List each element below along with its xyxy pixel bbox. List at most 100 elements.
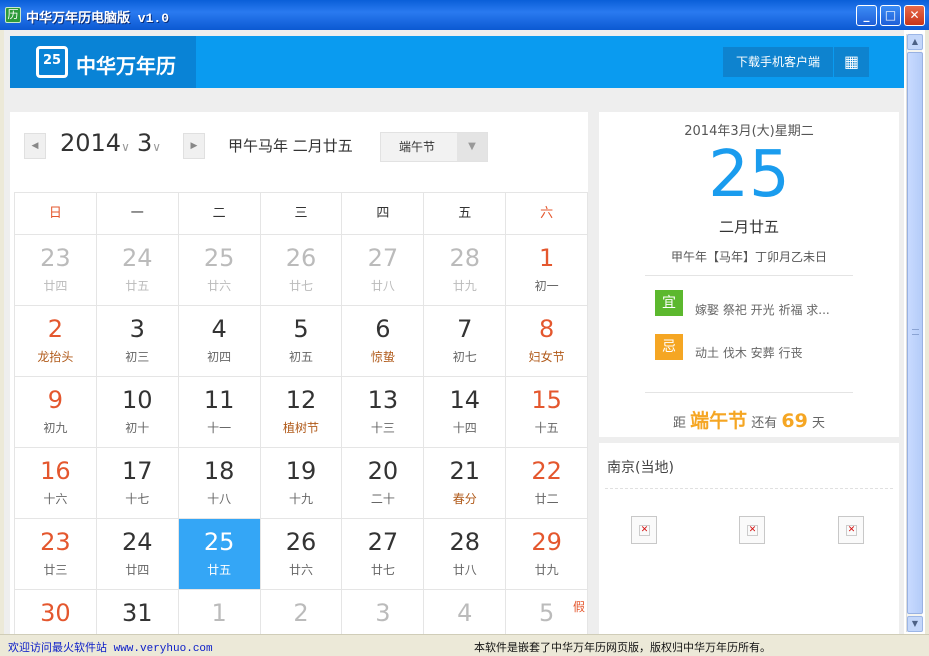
calendar-day[interactable]: 10 初十 — [96, 377, 179, 448]
title-bar[interactable]: 历 中华万年历电脑版 v1.0 _ □ ✕ — [0, 0, 929, 30]
day-number: 2 — [47, 315, 64, 343]
month-select[interactable]: 3∨ — [137, 129, 161, 157]
chevron-down-icon: ∨ — [152, 140, 162, 154]
lunar-day: 廿八 — [452, 563, 477, 577]
festival-select[interactable]: 端午节 ▼ — [380, 132, 488, 162]
calendar-day[interactable]: 28 廿八 — [424, 519, 507, 590]
minimize-button[interactable]: _ — [856, 5, 877, 26]
day-number: 4 — [211, 315, 227, 343]
calendar-day[interactable]: 28 廿九 — [424, 235, 507, 306]
calendar-day[interactable]: 11 十一 — [178, 377, 261, 448]
calendar-day[interactable]: 8 妇女节 — [506, 306, 589, 377]
close-button[interactable]: ✕ — [904, 5, 925, 26]
calendar-day[interactable]: 1 初一 — [506, 235, 589, 306]
calendar-day[interactable]: 26 廿七 — [260, 235, 343, 306]
calendar-day[interactable]: 16 十六 — [15, 448, 97, 519]
calendar-day[interactable]: 1 — [179, 590, 261, 634]
calendar-day[interactable]: 18 十八 — [178, 448, 261, 519]
lunar-day: 十五 — [534, 421, 559, 435]
chevron-down-icon: ∨ — [121, 140, 130, 154]
calendar-day[interactable]: 9 初九 — [15, 377, 97, 448]
ji-activities: 动土 伐木 安葬 行丧 — [695, 346, 803, 360]
year-value: 2014 — [60, 129, 122, 157]
lunar-day: 植树节 — [283, 421, 320, 435]
lunar-day: 初九 — [43, 421, 68, 435]
lunar-day: 廿五 — [125, 279, 150, 293]
calendar-day[interactable]: 4 初四 — [178, 306, 261, 377]
calendar-day[interactable]: 22 廿二 — [506, 448, 589, 519]
calendar-day[interactable]: 24 廿五 — [96, 235, 179, 306]
calendar-day[interactable]: 23 廿四 — [15, 235, 97, 306]
month-value: 3 — [137, 129, 153, 157]
day-number: 6 — [375, 315, 391, 343]
next-month-button[interactable]: ▶ — [183, 133, 205, 159]
lunar-year-label: 甲午马年 二月廿五 — [228, 137, 353, 155]
prev-month-button[interactable]: ◀ — [24, 133, 46, 159]
yi-badge: 宜 — [655, 290, 683, 316]
day-number: 26 — [285, 528, 317, 556]
calendar-day[interactable]: 30 — [15, 590, 97, 634]
calendar-day[interactable]: 12 植树节 — [260, 377, 343, 448]
calendar-day[interactable]: 20 二十 — [342, 448, 425, 519]
calendar-day[interactable]: 2 龙抬头 — [15, 306, 97, 377]
calendar-day[interactable]: 13 十三 — [342, 377, 425, 448]
calendar-day[interactable]: 26 廿六 — [260, 519, 343, 590]
scroll-up-icon[interactable]: ▲ — [907, 34, 923, 50]
calendar-day[interactable]: 7 初七 — [424, 306, 507, 377]
calendar-day[interactable]: 27 廿八 — [342, 235, 425, 306]
vertical-scrollbar[interactable]: ▲ ▼ — [906, 34, 923, 632]
day-number: 24 — [122, 244, 153, 272]
day-number: 8 — [538, 315, 555, 343]
lunar-day: 廿八 — [370, 279, 395, 293]
day-number: 24 — [122, 528, 153, 556]
holiday-tag: 假 — [573, 600, 586, 614]
calendar-day[interactable]: 23 廿三 — [15, 519, 97, 590]
calendar-day[interactable]: 25 廿六 — [178, 235, 261, 306]
calendar-day[interactable]: 24 廿四 — [96, 519, 179, 590]
calendar-day[interactable]: 3 — [342, 590, 425, 634]
qr-code-icon[interactable]: ▦ — [834, 47, 869, 77]
calendar-day[interactable]: 14 十四 — [424, 377, 507, 448]
calendar-day[interactable]: 5 初五 — [260, 306, 343, 377]
status-link[interactable]: 欢迎访问最火软件站 www.veryhuo.com — [8, 639, 213, 655]
calendar-day[interactable]: 15 十五 — [506, 377, 589, 448]
calendar-grid: 日一二三四五六 23 廿四 24 廿五 25 廿六 26 廿七 27 廿八 28 廿九 1 初一 2 龙抬头 3 初… — [14, 192, 589, 634]
lunar-day: 廿二 — [534, 492, 559, 506]
weekday-header: 六 — [506, 193, 589, 235]
day-number: 10 — [122, 386, 153, 414]
calendar-day[interactable]: 19 十九 — [260, 448, 343, 519]
year-select[interactable]: 2014∨ — [60, 129, 130, 157]
calendar-day[interactable]: 31 — [97, 590, 179, 634]
calendar-day[interactable]: 27 廿七 — [342, 519, 425, 590]
page-viewport: 25 中华万年历 下载手机客户端 ▦ ◀ 2014∨ 3∨ ▶ 甲午马年 二月廿… — [4, 30, 904, 634]
lunar-day: 廿四 — [43, 279, 68, 293]
calendar-day[interactable]: 3 初三 — [96, 306, 179, 377]
calendar-day[interactable]: 17 十七 — [96, 448, 179, 519]
broken-image-icon: ✕ — [631, 516, 657, 544]
calendar-day[interactable]: 5假 — [506, 590, 589, 634]
dropdown-arrow-icon[interactable]: ▼ — [457, 133, 487, 161]
calendar-day[interactable]: 21 春分 — [424, 448, 507, 519]
scroll-down-icon[interactable]: ▼ — [907, 616, 923, 632]
weather-city[interactable]: 南京(当地) — [607, 457, 674, 477]
lunar-day: 廿七 — [370, 563, 395, 577]
calendar-day[interactable]: 29 廿九 — [506, 519, 589, 590]
calendar-day-selected[interactable]: 25 廿五 — [178, 519, 261, 590]
maximize-button[interactable]: □ — [880, 5, 901, 26]
scrollbar-thumb[interactable] — [907, 52, 923, 614]
calendar-day[interactable]: 4 — [424, 590, 507, 634]
lunar-day: 初四 — [207, 350, 232, 364]
lunar-day: 十八 — [207, 492, 232, 506]
lunar-day: 廿七 — [289, 279, 314, 293]
download-mobile-button[interactable]: 下载手机客户端 — [723, 47, 833, 77]
calendar-day[interactable]: 2 — [261, 590, 343, 634]
day-number: 26 — [285, 244, 317, 272]
calendar-day[interactable]: 6 惊蛰 — [342, 306, 425, 377]
divider — [605, 488, 893, 489]
day-number: 16 — [40, 457, 71, 485]
logo[interactable]: 25 中华万年历 — [10, 36, 196, 88]
countdown-suffix: 天 — [812, 416, 826, 431]
day-number: 1 — [538, 244, 555, 272]
yi-activities[interactable]: 嫁娶 祭祀 开光 祈福 求... — [695, 301, 830, 318]
day-number: 7 — [457, 315, 473, 343]
